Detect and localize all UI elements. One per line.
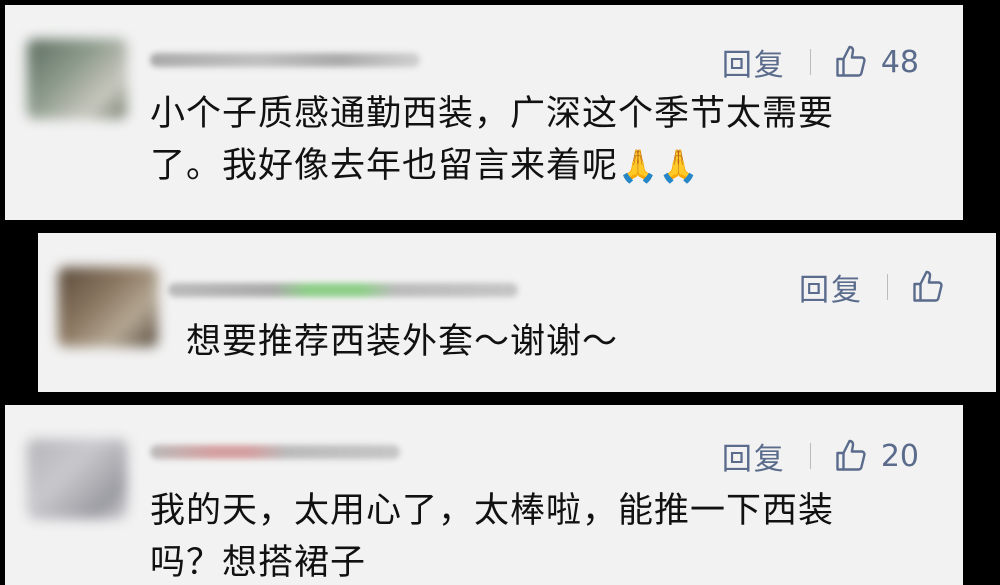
username-blurred[interactable] <box>168 283 518 297</box>
pray-emoji: 🙏🙏 <box>618 147 700 185</box>
avatar[interactable] <box>27 439 127 519</box>
thumbs-up-icon <box>836 439 866 471</box>
comment-line: 我的天，太用心了，太棒啦，能推一下西装 <box>150 491 835 531</box>
like-count: 48 <box>880 44 919 80</box>
like-button[interactable] <box>910 269 946 305</box>
comment-line: 想要推荐西装外套～谢谢～ <box>186 322 619 362</box>
comment-text: 想要推荐西装外套～谢谢～ <box>186 316 946 368</box>
divider <box>809 49 811 75</box>
like-button[interactable]: 20 <box>833 438 919 474</box>
comment-line: 了。我好像去年也留言来着呢🙏🙏 <box>150 140 930 192</box>
thumbs-up-icon <box>913 270 943 302</box>
comment-line: 吗？想搭裙子 <box>150 543 367 583</box>
like-count: 20 <box>880 438 919 474</box>
username-blurred[interactable] <box>150 445 400 459</box>
comment-card: 回复 48 小个子质感通勤西装，广深这个季节太需要 了。我好像去年也留言来着呢🙏… <box>5 5 963 220</box>
divider <box>809 443 811 469</box>
reply-comment-card: 回复 想要推荐西装外套～谢谢～ <box>38 233 996 392</box>
comment-line: 小个子质感通勤西装，广深这个季节太需要 <box>150 94 835 134</box>
comment-line-text: 了。我好像去年也留言来着呢 <box>150 146 619 186</box>
reply-button[interactable]: 回复 <box>799 265 863 309</box>
comment-actions: 回复 <box>799 265 946 309</box>
divider <box>887 274 888 300</box>
username-blurred[interactable] <box>150 53 420 67</box>
thumbs-up-icon <box>836 45 866 77</box>
avatar[interactable] <box>58 267 158 347</box>
avatar[interactable] <box>27 39 127 119</box>
comment-card: 回复 20 我的天，太用心了，太棒啦，能推一下西装 吗？想搭裙子 <box>5 405 963 585</box>
comment-text: 小个子质感通勤西装，广深这个季节太需要 了。我好像去年也留言来着呢🙏🙏 <box>150 88 930 192</box>
comment-actions: 回复 20 <box>722 434 919 478</box>
like-button[interactable]: 48 <box>833 44 919 80</box>
comment-actions: 回复 48 <box>722 40 919 84</box>
comment-text: 我的天，太用心了，太棒啦，能推一下西装 吗？想搭裙子 <box>150 485 930 585</box>
reply-button[interactable]: 回复 <box>722 434 786 478</box>
reply-button[interactable]: 回复 <box>722 40 786 84</box>
